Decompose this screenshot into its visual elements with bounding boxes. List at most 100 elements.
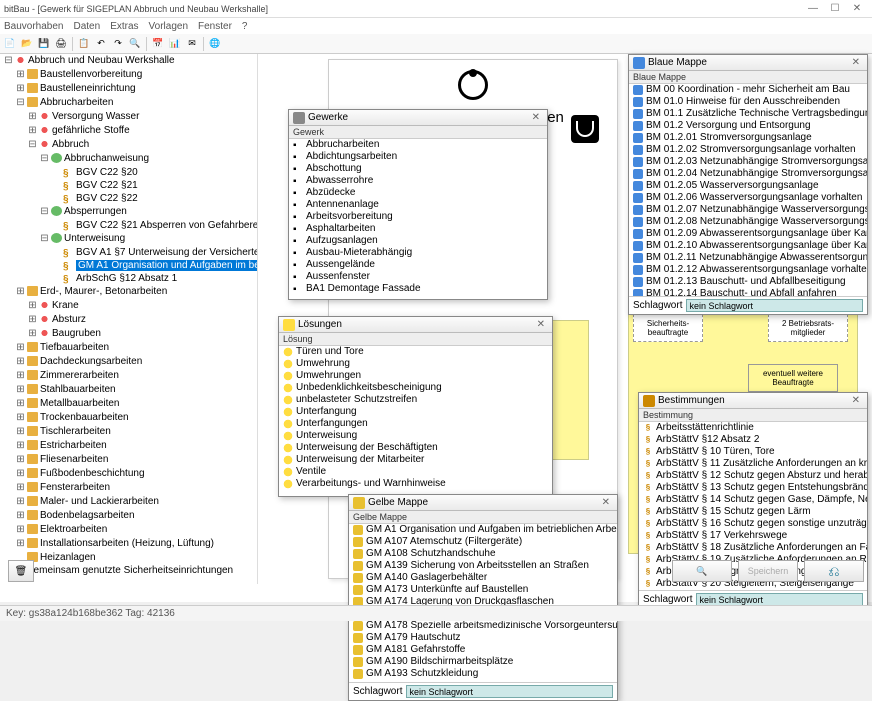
tree-node[interactable]: ⊞Baustellenvorbereitung [0,68,257,82]
tree-label[interactable]: Absturz [52,314,86,325]
tree-expander-icon[interactable]: ⊞ [16,384,25,397]
tree-node[interactable]: ⊞ Zimmererarbeiten [0,369,257,383]
blaue-schlagwort-input[interactable] [686,299,863,312]
list-item[interactable]: GM A179 Hautschutz [349,632,617,644]
tree-label[interactable]: Versorgung Wasser [52,111,139,122]
tree-label[interactable]: Abbruchanweisung [64,153,149,164]
panel-blaue-close-icon[interactable]: ✕ [849,57,863,68]
list-item[interactable]: Unterweisung der Beschäftigten [279,442,552,454]
tree-expander-icon[interactable]: ⊞ [28,300,37,313]
list-item[interactable]: Umwehrung [279,358,552,370]
toolbar-undo-icon[interactable]: ↶ [93,36,109,52]
list-item[interactable]: BM 01.2.05 Wasserversorgungsanlage [629,180,867,192]
menu-daten[interactable]: Daten [74,21,101,32]
tree-expander-icon[interactable]: ⊞ [16,286,25,299]
tree-expander-icon[interactable]: ⊞ [16,370,25,383]
tree-label[interactable]: Trockenbauarbeiten [40,412,129,423]
list-item[interactable]: Umwehrungen [279,370,552,382]
list-item[interactable]: GM A193 Schutzkleidung [349,668,617,680]
list-item[interactable]: §ArbStättV § 16 Schutz gegen sonstige un… [639,518,867,530]
tree-node[interactable]: ⊞ Absturz [0,313,257,327]
tree-expander-icon[interactable]: ⊞ [16,482,25,495]
list-item[interactable]: §ArbStättV § 11 Zusätzliche Anforderunge… [639,458,867,470]
tree-label[interactable]: Dachdeckungsarbeiten [40,356,142,367]
tree-expander-icon[interactable]: ⊞ [28,125,37,138]
tree-expander-icon[interactable]: ⊞ [16,398,25,411]
panel-loesungen[interactable]: Lösungen✕ Lösung Türen und ToreUmwehrung… [278,316,553,497]
list-item[interactable]: ▪Abdichtungsarbeiten [289,151,547,163]
tree-node[interactable]: ⊞ Stahlbauarbeiten [0,383,257,397]
window-close-button[interactable]: ✕ [846,2,868,16]
tree-expander-icon[interactable]: ⊟ [40,206,49,219]
tree-node[interactable]: ⊞ gefährliche Stoffe [0,124,257,138]
tree-node[interactable]: ⊞Elektroarbeiten [0,523,257,537]
tree-label[interactable]: Metallbauarbeiten [40,398,120,409]
tree-node[interactable]: ⊞Fensterarbeiten [0,481,257,495]
tree-node[interactable]: ⊟Unterweisung [0,232,257,246]
list-item[interactable]: GM A107 Atemschutz (Filtergeräte) [349,536,617,548]
list-item[interactable]: ▪Abbrucharbeiten [289,139,547,151]
list-item[interactable]: ▪Arbeitsvorbereitung [289,211,547,223]
list-item[interactable]: BM 00 Koordination - mehr Sicherheit am … [629,84,867,96]
tree-expander-icon[interactable]: ⊞ [16,426,25,439]
tree-label[interactable]: BGV C22 §21 [76,180,138,191]
tree-label[interactable]: Tiefbauarbeiten [40,342,109,353]
tree-node[interactable]: ⊞Fliesenarbeiten [0,453,257,467]
tree-expander-icon[interactable]: ⊞ [28,328,37,341]
tree-node[interactable]: §GM A1 Organisation und Aufgaben im betr… [0,259,257,272]
toolbar-search-icon[interactable]: 🔍 [127,36,143,52]
list-item[interactable]: §ArbStättV § 18 Zusätzliche Anforderunge… [639,542,867,554]
tree-node[interactable]: ⊞Estricharbeiten [0,439,257,453]
list-item[interactable]: Unbedenklichkeitsbescheinigung [279,382,552,394]
tree-label[interactable]: Installationsarbeiten (Heizung, Lüftung) [40,538,214,549]
toolbar-clipboard-icon[interactable]: 📋 [76,36,92,52]
menu-extras[interactable]: Extras [110,21,138,32]
tree-node[interactable]: gemeinsam genutzte Sicherheitseinrichtun… [0,564,257,577]
panel-loesungen-close-icon[interactable]: ✕ [534,319,548,330]
list-item[interactable]: ▪Asphaltarbeiten [289,223,547,235]
tree-label[interactable]: Abbruch und Neubau Werkshalle [28,55,175,66]
list-item[interactable]: ▪Aussenfenster [289,271,547,283]
tree-label[interactable]: Stahlbauarbeiten [40,384,116,395]
tree-node[interactable]: ⊞Versorgung Wasser [0,110,257,124]
panel-gelbe-close-icon[interactable]: ✕ [599,497,613,508]
list-item[interactable]: §ArbStättV §12 Absatz 2 [639,434,867,446]
list-item[interactable]: Türen und Tore [279,346,552,358]
tree-panel[interactable]: ⊟Abbruch und Neubau Werkshalle⊞Baustelle… [0,54,258,584]
panel-gewerke-close-icon[interactable]: ✕ [529,112,543,123]
toolbar-save-icon[interactable]: 💾 [36,36,52,52]
toolbar-mail-icon[interactable]: ✉ [184,36,200,52]
window-minimize-button[interactable]: — [802,2,824,16]
list-item[interactable]: §Arbeitsstättenrichtlinie [639,422,867,434]
tree-label[interactable]: Zimmererarbeiten [40,370,119,381]
list-item[interactable]: ▪Aufzugsanlagen [289,235,547,247]
tree-node[interactable]: §BGV C22 §22 [0,192,257,205]
list-item[interactable]: §ArbStättV § 15 Schutz gegen Lärm [639,506,867,518]
list-item[interactable]: BM 01.2.12 Abwasserentsorgungsanlage vor… [629,264,867,276]
tree-expander-icon[interactable]: ⊞ [28,314,37,327]
tree-node[interactable]: ⊟Abbruch und Neubau Werkshalle [0,54,257,68]
tree-node[interactable]: ⊞ Tischlerarbeiten [0,425,257,439]
toolbar-chart-icon[interactable]: 📊 [167,36,183,52]
list-item[interactable]: BM 01.2.06 Wasserversorgungsanlage vorha… [629,192,867,204]
tree-label[interactable]: gefährliche Stoffe [52,125,130,136]
tree-label[interactable]: Tischlerarbeiten [40,426,111,437]
tree-expander-icon[interactable]: ⊞ [16,496,25,509]
tree-node[interactable]: ⊞Trockenbauarbeiten [0,411,257,425]
tree-expander-icon[interactable]: ⊞ [16,83,25,96]
tree-label[interactable]: Maler- und Lackierarbeiten [40,496,159,507]
list-item[interactable]: §ArbStättV § 12 Schutz gegen Absturz und… [639,470,867,482]
tree-expander-icon[interactable]: ⊞ [16,356,25,369]
tree-node[interactable]: ⊞Erd-, Maurer-, Betonarbeiten [0,285,257,299]
exit-button[interactable]: ⎌ [804,560,864,582]
list-item[interactable]: Unterfangung [279,406,552,418]
tree-label[interactable]: Fußbodenbeschichtung [40,468,145,479]
list-item[interactable]: §ArbStättV § 13 Schutz gegen Entstehungs… [639,482,867,494]
tree-node[interactable]: ⊞ Dachdeckungsarbeiten [0,355,257,369]
menu-help[interactable]: ? [242,21,248,32]
save-button[interactable]: Speichern [738,560,798,582]
list-item[interactable]: GM A190 Bildschirmarbeitsplätze [349,656,617,668]
tree-label[interactable]: Unterweisung [64,233,125,244]
tree-node[interactable]: §BGV C22 §21 [0,179,257,192]
list-item[interactable]: BM 01.2.13 Bauschutt- und Abfallbeseitig… [629,276,867,288]
